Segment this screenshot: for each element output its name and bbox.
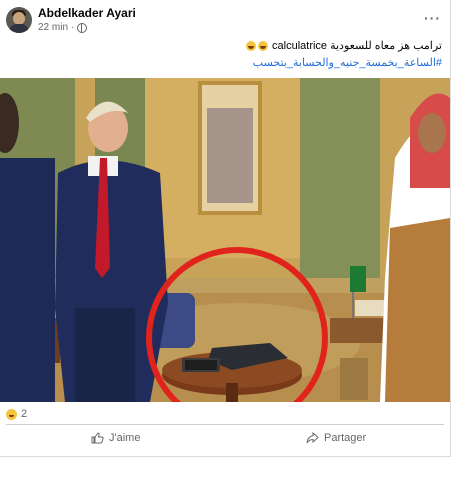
share-label: Partager	[324, 432, 367, 444]
caption-text: ترامب هز معاه للسعودية calculatrice	[272, 40, 442, 52]
post-time[interactable]: 22 min	[38, 22, 68, 33]
globe-icon	[77, 22, 88, 33]
laughing-emoji-icon	[245, 41, 256, 52]
reaction-count: 2	[21, 408, 28, 420]
more-options-icon[interactable]: ···	[424, 10, 441, 26]
laughing-emoji-icon	[6, 408, 17, 420]
like-button[interactable]: J'aime	[91, 432, 140, 444]
like-label: J'aime	[109, 432, 141, 444]
reactions-summary[interactable]: 2	[6, 408, 27, 420]
share-button[interactable]: Partager	[306, 432, 366, 444]
post-card: Abdelkader Ayari 22 min · ··· ترامب هز م…	[0, 0, 451, 457]
post-caption: ترامب هز معاه للسعودية calculatrice	[245, 39, 442, 52]
post-hashtag[interactable]: #الساعة_بخمسة_جنيه_والحسابة_بتحسب	[253, 56, 442, 69]
post-photo[interactable]	[0, 78, 450, 402]
thumbs-up-icon	[91, 432, 104, 444]
post-meta: 22 min ·	[38, 22, 88, 33]
divider	[6, 424, 444, 425]
share-arrow-icon	[306, 432, 319, 444]
author-name[interactable]: Abdelkader Ayari	[38, 6, 136, 20]
author-avatar[interactable]	[6, 7, 32, 33]
laughing-emoji-icon	[257, 41, 268, 52]
